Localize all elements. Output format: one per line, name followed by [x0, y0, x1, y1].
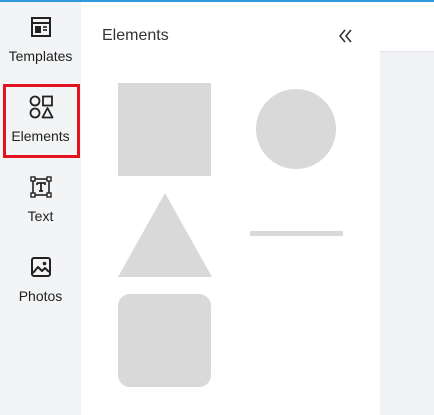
sidebar-item-label: Text — [27, 208, 54, 224]
sidebar-item-label: Elements — [11, 128, 70, 144]
shapes-icon — [28, 94, 54, 120]
panel-title: Elements — [102, 27, 169, 44]
sidebar-item-templates[interactable]: Templates — [0, 2, 81, 74]
sidebar-item-label: Photos — [18, 288, 63, 304]
sidebar-item-text[interactable]: Text — [0, 162, 81, 234]
double-chevron-left-icon — [337, 28, 353, 49]
elements-panel: Elements — [81, 2, 380, 415]
square-shape[interactable] — [118, 83, 211, 176]
photo-icon — [28, 254, 54, 280]
canvas-area — [380, 2, 434, 415]
circle-shape[interactable] — [256, 89, 336, 169]
text-icon — [28, 174, 54, 200]
rounded-rectangle-shape[interactable] — [118, 294, 211, 387]
sidebar-item-photos[interactable]: Photos — [0, 242, 81, 314]
triangle-shape[interactable] — [118, 193, 212, 277]
canvas-toolbar — [380, 2, 434, 52]
collapse-panel-button[interactable] — [333, 26, 357, 50]
line-shape[interactable] — [250, 231, 343, 236]
sidebar-item-label: Templates — [8, 48, 73, 64]
templates-icon — [28, 14, 54, 40]
sidebar-rail: Templates Elements Text Photos — [0, 2, 81, 415]
sidebar-item-elements[interactable]: Elements — [0, 82, 81, 158]
